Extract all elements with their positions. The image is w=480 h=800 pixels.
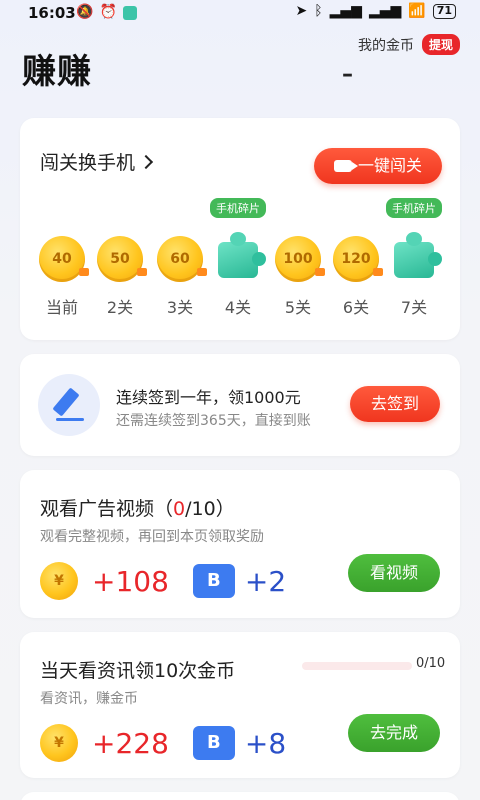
signal-icon: ▂▄▆ [368,3,402,19]
level-item[interactable]: 手机碎片 7关 [384,198,444,318]
signal-icon: ▂▄▆ [329,3,362,19]
ticket-reward: +2 [244,564,287,598]
ad-task-rewards: ¥ +108 B +2 [40,562,286,600]
coins-block: 我的金币 提现 [358,34,460,55]
signin-title: 连续签到一年，领1000元 [116,388,301,407]
bluetooth-icon: ᛒ [314,3,323,19]
level-item[interactable]: 100 5关 [268,198,328,318]
chevron-right-icon [138,154,154,170]
ad-task-title-prefix: 观看广告视频（ [40,498,174,520]
news-task-rewards: ¥ +228 B +8 [40,724,286,762]
challenge-title-link[interactable]: 闯关换手机 [40,148,154,175]
puzzle-piece-icon [388,230,442,282]
gold-coin-icon: ¥ [40,724,78,762]
wifi-icon: 📶 [408,3,426,19]
ad-task-progress-current: 0 [173,498,186,520]
level-label: 7关 [400,298,428,317]
level-item[interactable]: 120 6关 [326,198,386,318]
news-task-card: 当天看资讯领10次金币 0/10 看资讯，赚金币 ¥ +228 B +8 去完成 [20,632,460,778]
level-label: 当前 [45,298,78,317]
ticket-icon: B [192,564,235,598]
level-label: 6关 [342,298,370,317]
ticket-icon: B [192,726,235,760]
app-notification-icon [122,6,137,20]
status-time: 16:03 [28,4,76,22]
status-left-icons: 🔕 ⏰ [76,4,137,20]
news-task-progress-bar [302,662,412,670]
level-label: 2关 [106,298,134,317]
news-task-title: 当天看资讯领10次金币 [40,660,236,682]
signin-subtitle: 还需连续签到365天，直接到账 [116,413,311,429]
puzzle-piece-icon [212,230,266,282]
watch-video-button[interactable]: 看视频 [348,554,440,592]
page-title: 赚赚 [22,52,92,92]
level-coin-icon: 60 [157,236,207,282]
level-label: 5关 [284,298,312,317]
complete-task-button[interactable]: 去完成 [348,714,440,752]
level-coin-icon: 50 [97,236,147,282]
phone-piece-tag: 手机碎片 [210,198,266,218]
status-right-icons: ➤ ᛒ ▂▄▆ ▂▄▆ 📶 71 [295,3,456,19]
signin-button[interactable]: 去签到 [350,386,440,422]
withdraw-button[interactable]: 提现 [421,34,460,55]
mute-icon: 🔕 [76,4,94,20]
alarm-icon: ⏰ [99,4,117,20]
coin-reward: +228 [92,726,169,760]
phone-piece-tag: 手机碎片 [386,198,442,218]
ad-task-title: 观看广告视频（0/10） [40,494,235,521]
one-click-challenge-label: 一键闯关 [357,156,422,175]
battery-icon: 71 [432,3,456,19]
pen-sign-icon [38,374,100,436]
level-coin-icon: 100 [275,236,325,282]
level-coin-icon: 40 [39,236,89,282]
coins-value: – [342,62,353,87]
gold-coin-icon: ¥ [40,562,78,600]
challenge-title: 闯关换手机 [40,152,136,174]
coins-label: 我的金币 [357,37,414,54]
challenge-card: 闯关换手机 一键闯关 40 当前 50 2关 60 3关 手机碎片 4关 100 5关 120 6关手… [20,118,460,340]
ad-video-task-card: 观看广告视频（0/10） 观看完整视频，再回到本页领取奖励 ¥ +108 B +… [20,470,460,618]
level-label: 3关 [166,298,194,317]
level-item[interactable]: 40 当前 [32,198,92,318]
signin-card: 连续签到一年，领1000元 还需连续签到365天，直接到账 去签到 [20,354,460,456]
ad-task-title-suffix: /10） [185,498,235,520]
level-item[interactable]: 手机碎片 4关 [208,198,268,318]
location-icon: ➤ [295,3,308,19]
next-task-card [20,792,460,800]
level-item[interactable]: 50 2关 [90,198,150,318]
status-bar: 16:03 🔕 ⏰ ➤ ᛒ ▂▄▆ ▂▄▆ 📶 71 [0,0,480,26]
coin-reward: +108 [92,564,169,598]
ad-task-subtitle: 观看完整视频，再回到本页领取奖励 [40,529,264,545]
one-click-challenge-button[interactable]: 一键闯关 [314,148,442,184]
level-label: 4关 [224,298,252,317]
level-item[interactable]: 60 3关 [150,198,210,318]
video-camera-icon [333,160,358,172]
news-task-subtitle: 看资讯，赚金币 [40,691,138,707]
level-coin-icon: 120 [333,236,383,282]
news-task-progress-text: 0/10 [416,656,446,671]
level-track: 40 当前 50 2关 60 3关 手机碎片 4关 100 5关 120 6关 手机碎片 7关 [20,198,460,328]
ticket-reward: +8 [244,726,287,760]
